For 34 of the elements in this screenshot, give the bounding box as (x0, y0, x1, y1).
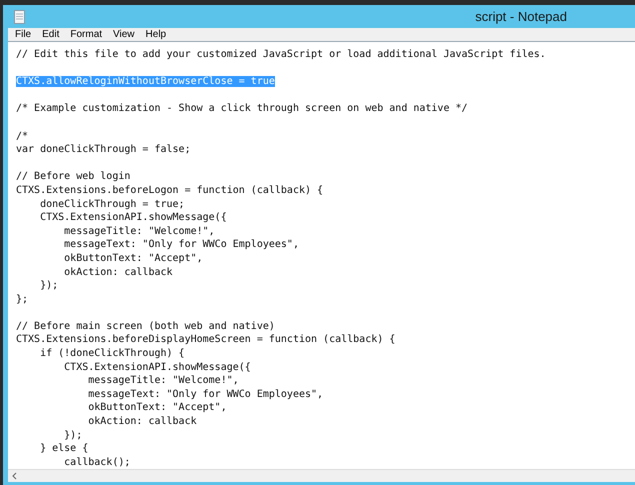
code-line: // Before web login (16, 171, 130, 182)
code-line: }; (16, 294, 28, 305)
code-line: CTXS.Extensions.beforeDisplayHomeScreen = function (callback) { (16, 334, 396, 346)
window-title: script - Notepad (475, 8, 567, 26)
code-line: messageTitle: "Welcome!", (87, 375, 239, 386)
horizontal-scrollbar[interactable] (8, 469, 635, 482)
code-line: doneClickThrough = true; (39, 198, 185, 210)
code-line: }); (39, 280, 58, 292)
code-line: // Before main screen (both web and native) (16, 320, 275, 332)
code-line: }); (63, 430, 82, 441)
code-line: okAction: callback (63, 266, 173, 278)
menu-item[interactable]: View (113, 30, 135, 40)
code-line: CTXS.ExtensionAPI.showMessage({ (63, 362, 251, 373)
code-line: messageText: "Only for WWCo Employees", (87, 388, 324, 400)
menu-item[interactable]: File (15, 30, 32, 40)
code-line: callback(); (63, 456, 130, 468)
code-line: // Edit this file to add your customized JavaScript or load additional JavaScript files. (16, 49, 546, 60)
code-line: okAction: callback (87, 416, 197, 428)
code-line: if (!doneClickThrough) { (39, 348, 185, 360)
code-line: var doneClickThrough = false; (16, 144, 191, 156)
code-line: okButtonText: "Accept", (87, 402, 227, 414)
menu-item[interactable]: Format (70, 30, 102, 40)
text-editor[interactable] (8, 41, 635, 469)
notepad-icon (14, 10, 25, 24)
menu-item[interactable]: Help (146, 30, 166, 40)
code-line: /* (16, 130, 28, 142)
code-line: /* Example customization - Show a click through screen on web and native */ (16, 103, 468, 114)
code-line: messageTitle: "Welcome!", (63, 226, 215, 237)
code-line: messageText: "Only for WWCo Employees", (63, 239, 299, 250)
menu-item[interactable]: Edit (42, 30, 60, 40)
code-line: } else { (39, 443, 88, 454)
code-line: okButtonText: "Accept", (63, 252, 203, 264)
code-line: CTXS.Extensions.beforeLogon = function (callback) { (16, 184, 324, 196)
code-line: CTXS.ExtensionAPI.showMessage({ (39, 212, 227, 224)
